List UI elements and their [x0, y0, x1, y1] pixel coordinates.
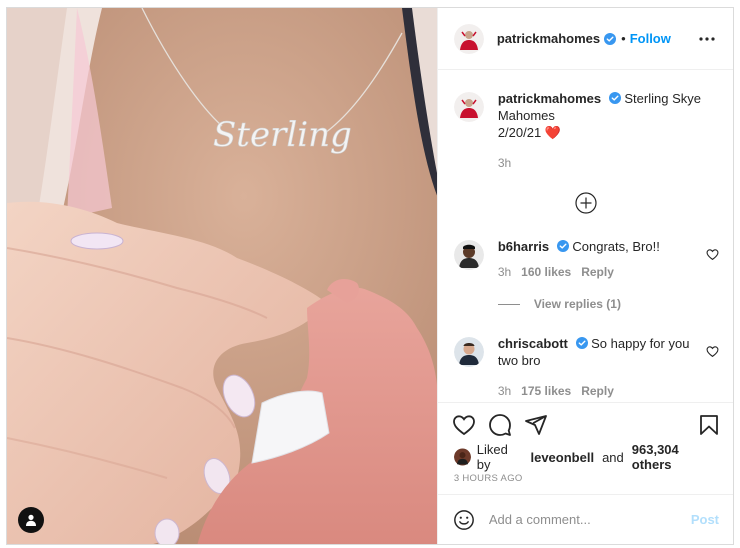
- emoji-button[interactable]: [452, 508, 476, 532]
- caption-heart-emoji: ❤️: [544, 125, 561, 140]
- caption-avatar[interactable]: [453, 92, 484, 122]
- emoji-icon: [453, 509, 474, 530]
- caption-age[interactable]: 3h: [498, 155, 511, 172]
- caption-date: 2/20/21: [497, 125, 542, 140]
- comment-button[interactable]: [486, 411, 514, 439]
- comment-likes[interactable]: 175 likes: [521, 383, 571, 400]
- save-button[interactable]: [695, 411, 723, 439]
- verified-icon: [608, 92, 621, 104]
- load-more: [454, 192, 719, 214]
- verified-icon: [604, 32, 617, 45]
- comment-item: b6harris Congrats, Bro!! 3h 160 likes Re…: [453, 238, 719, 281]
- comment-age[interactable]: 3h: [498, 383, 511, 400]
- view-replies-line: [497, 303, 520, 305]
- post-footer: Liked by leveonbell and 963,304 others 3…: [437, 402, 733, 544]
- instagram-post: Sterling patrickmahomes • Follow patrick…: [6, 7, 734, 545]
- more-options-icon: [699, 36, 715, 41]
- likes-count[interactable]: 963,304 others: [632, 442, 717, 472]
- reply-button[interactable]: Reply: [581, 383, 614, 400]
- comment-like-icon[interactable]: [706, 248, 719, 261]
- like-button[interactable]: [450, 411, 478, 439]
- share-button[interactable]: [522, 411, 550, 439]
- load-more-icon[interactable]: [575, 192, 598, 214]
- photo-illustration: Sterling: [7, 8, 437, 544]
- comment-username[interactable]: chriscabott: [498, 336, 568, 351]
- comment-text: Congrats, Bro!!: [572, 239, 660, 254]
- view-replies-label: View replies (1): [533, 297, 621, 311]
- comment-icon: [488, 414, 511, 436]
- post-panel: patrickmahomes • Follow patrickmahomes S…: [436, 8, 733, 544]
- share-icon: [524, 415, 547, 435]
- caption-username[interactable]: patrickmahomes: [498, 91, 601, 106]
- comment-username[interactable]: b6harris: [498, 239, 549, 254]
- post-photo[interactable]: Sterling: [7, 8, 437, 544]
- post-header: patrickmahomes • Follow: [437, 8, 733, 70]
- comments-list[interactable]: patrickmahomes Sterling Skye Mahomes 2/2…: [438, 70, 733, 402]
- author-username[interactable]: patrickmahomes: [497, 31, 600, 46]
- comment-likes[interactable]: 160 likes: [521, 264, 571, 281]
- liker-username[interactable]: leveonbell: [530, 450, 594, 465]
- likes-joiner: and: [602, 449, 624, 465]
- action-bar: [438, 403, 733, 447]
- comment-composer: Post: [437, 494, 733, 544]
- view-replies-button[interactable]: View replies (1): [497, 297, 719, 311]
- liker-avatar: [453, 448, 471, 466]
- header-separator: •: [621, 31, 626, 46]
- user-tag-icon: [26, 514, 36, 526]
- author-avatar[interactable]: [453, 23, 484, 54]
- comment-input[interactable]: [488, 512, 691, 527]
- reply-button[interactable]: Reply: [581, 264, 614, 281]
- necklace-script: Sterling: [213, 115, 352, 155]
- heart-icon: [452, 415, 475, 436]
- verified-icon: [556, 240, 569, 252]
- comment-item: chriscabott So happy for you two bro 3h …: [453, 335, 719, 400]
- likes-summary[interactable]: Liked by leveonbell and 963,304 others: [438, 442, 733, 472]
- bookmark-icon: [700, 415, 718, 435]
- commenter-avatar[interactable]: [453, 337, 484, 367]
- follow-button[interactable]: Follow: [630, 31, 671, 46]
- comment-age[interactable]: 3h: [498, 264, 511, 281]
- verified-icon: [575, 337, 588, 349]
- likes-prefix: Liked by: [476, 442, 508, 472]
- user-tag-button[interactable]: [18, 507, 44, 533]
- comment-like-icon[interactable]: [706, 345, 719, 358]
- post-comment-button[interactable]: Post: [691, 512, 719, 527]
- more-options-button[interactable]: [695, 27, 719, 51]
- post-caption: patrickmahomes Sterling Skye Mahomes 2/2…: [453, 90, 719, 172]
- commenter-avatar[interactable]: [453, 240, 484, 270]
